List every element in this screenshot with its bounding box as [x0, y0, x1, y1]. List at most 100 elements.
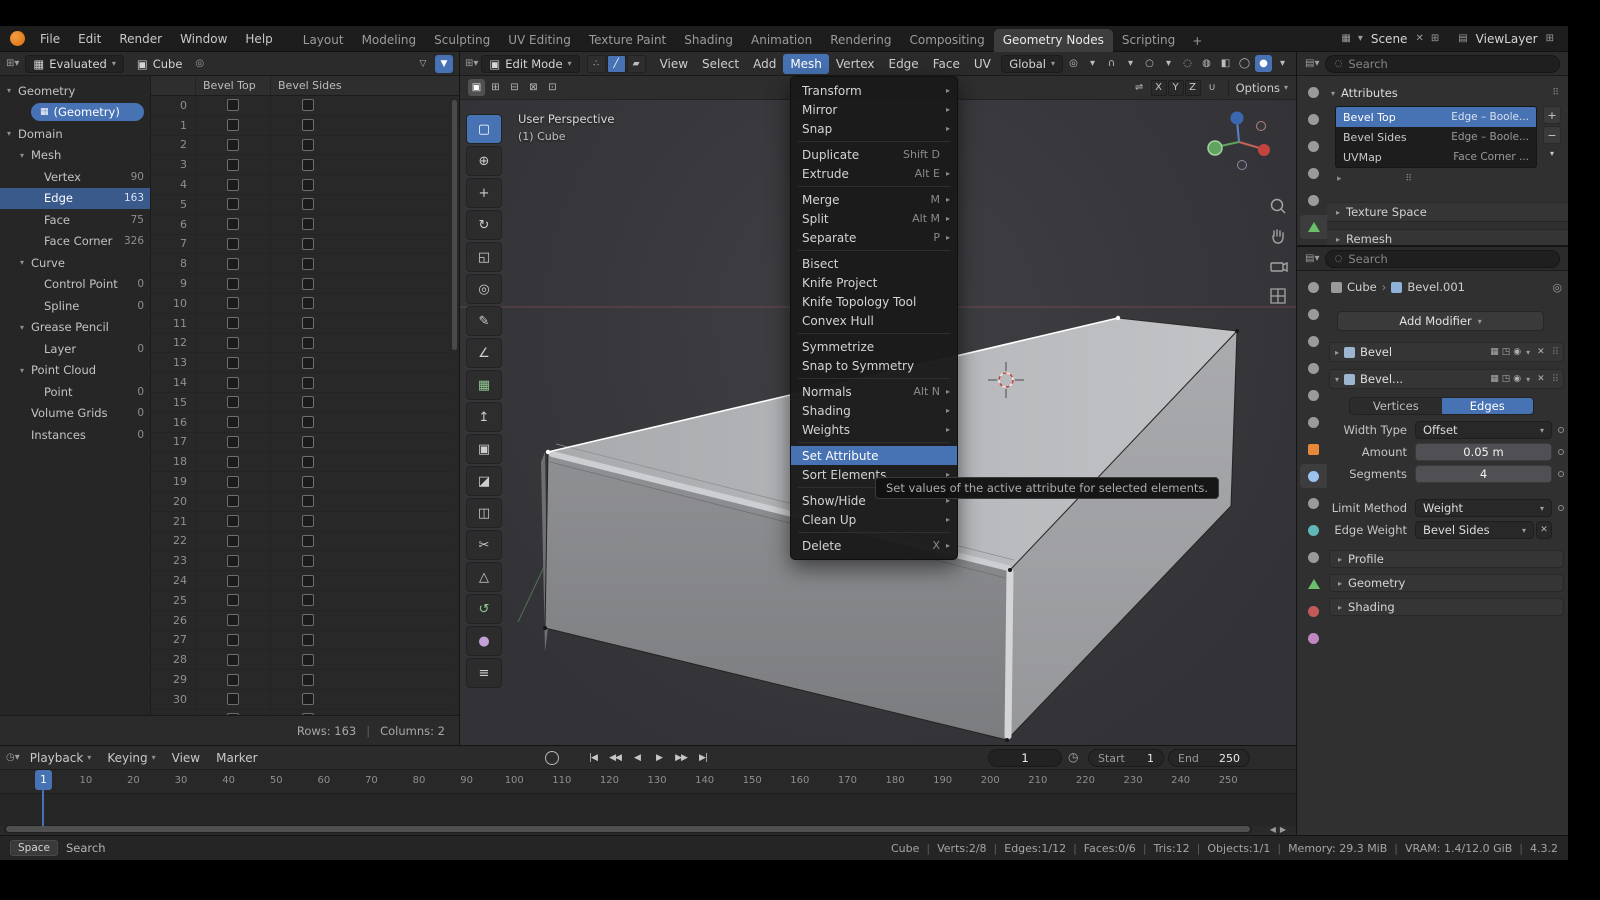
jump-to-end-button[interactable]: ▶|: [693, 748, 713, 768]
checkbox-bevel-sides[interactable]: [302, 475, 314, 488]
checkbox-bevel-top[interactable]: [227, 534, 239, 547]
select-subtract-icon[interactable]: ⊟: [506, 79, 523, 96]
show-in-editmode-toggle-icon[interactable]: ▦: [1490, 374, 1499, 384]
workspace-tab-geometry-nodes[interactable]: Geometry Nodes: [993, 28, 1113, 52]
checkbox-bevel-sides[interactable]: [302, 138, 314, 151]
limit-method-field[interactable]: Weight ▾: [1415, 499, 1552, 517]
menu-item-symmetrize[interactable]: Symmetrize: [791, 337, 957, 356]
menubar-help[interactable]: Help: [236, 26, 281, 52]
checkbox-bevel-top[interactable]: [227, 376, 239, 389]
checkbox-bevel-sides[interactable]: [302, 218, 314, 231]
orientation-selector[interactable]: Global ▾: [1001, 54, 1063, 73]
workspace-tab-uv-editing[interactable]: UV Editing: [499, 29, 580, 52]
show-realtime-toggle-icon[interactable]: ◳: [1502, 347, 1511, 357]
mode-selector[interactable]: ▣ Edit Mode ▾: [481, 54, 580, 73]
checkbox-bevel-sides[interactable]: [302, 257, 314, 270]
checkbox-bevel-sides[interactable]: [302, 376, 314, 389]
tool-spin[interactable]: ↺: [466, 594, 502, 624]
properties-tab-particles[interactable]: [1300, 491, 1327, 515]
new-view-layer-icon[interactable]: ⊞: [1544, 33, 1556, 44]
tool-box-select[interactable]: ▢: [466, 114, 502, 144]
select-intersect-icon[interactable]: ⊡: [544, 79, 561, 96]
drag-grip-icon[interactable]: ⠿: [1552, 374, 1559, 385]
show-render-toggle-icon[interactable]: ◉: [1513, 374, 1521, 384]
shading-wireframe-icon[interactable]: ◯: [1236, 55, 1253, 72]
workspace-tab-layout[interactable]: Layout: [294, 29, 353, 52]
axis-y-handle[interactable]: [1207, 140, 1223, 156]
vertex-dot[interactable]: [1008, 568, 1012, 572]
new-scene-icon[interactable]: ⊞: [1429, 33, 1441, 44]
tree-item-edge[interactable]: Edge 163: [0, 187, 150, 209]
scene-name[interactable]: Scene: [1368, 32, 1411, 46]
menu-item-shading[interactable]: Shading ▸: [791, 401, 957, 420]
menubar-render[interactable]: Render: [110, 26, 171, 52]
checkbox-bevel-top[interactable]: [227, 653, 239, 666]
workspace-tab-animation[interactable]: Animation: [742, 29, 821, 52]
checkbox-bevel-sides[interactable]: [302, 396, 314, 409]
tool-add-cube[interactable]: ▦: [466, 370, 502, 400]
properties-tab-object[interactable]: [1300, 437, 1327, 461]
checkbox-bevel-top[interactable]: [227, 317, 239, 330]
play-reverse-button[interactable]: ◀: [627, 748, 647, 768]
checkbox-bevel-sides[interactable]: [302, 158, 314, 171]
checkbox-bevel-top[interactable]: [227, 495, 239, 508]
snap-magnet-icon[interactable]: ∩: [1103, 55, 1120, 72]
tree-item-point-cloud[interactable]: ▾ Point Cloud: [0, 360, 150, 382]
tool-measure[interactable]: ∠: [466, 338, 502, 368]
properties-tab-view-layer[interactable]: [1300, 161, 1327, 185]
properties-tab-modifiers[interactable]: [1300, 464, 1327, 488]
expand-icon[interactable]: ▸: [1337, 174, 1342, 184]
editor-type-icon[interactable]: ◷▾: [6, 752, 20, 763]
select-extend-icon[interactable]: ⊞: [487, 79, 504, 96]
scroll-right-icon[interactable]: ▶: [1280, 825, 1286, 834]
menu-item-extrude[interactable]: Extrude Alt E ▸: [791, 164, 957, 183]
animate-dot[interactable]: [1558, 427, 1564, 433]
subpanel-shading[interactable]: ▸ Shading: [1329, 598, 1564, 616]
breadcrumb-modifier[interactable]: Bevel.001: [1407, 280, 1465, 294]
properties-tab-texture[interactable]: [1300, 626, 1327, 650]
timeline-menu-playback[interactable]: Playback ▾: [22, 751, 100, 765]
remesh-panel[interactable]: ▸ Remesh: [1327, 229, 1568, 245]
menu-item-snap[interactable]: Snap ▸: [791, 119, 957, 138]
column-header-bevel-sides[interactable]: Bevel Sides: [270, 76, 345, 95]
checkbox-bevel-top[interactable]: [227, 158, 239, 171]
pin-icon[interactable]: ◎: [195, 58, 204, 69]
tree-item-mesh[interactable]: ▾ Mesh: [0, 145, 150, 167]
select-set-icon[interactable]: ▣: [468, 79, 485, 96]
checkbox-bevel-sides[interactable]: [302, 336, 314, 349]
tree-item-domain[interactable]: ▾ Domain: [0, 123, 150, 145]
shading-solid-icon[interactable]: ●: [1255, 55, 1272, 72]
scroll-left-icon[interactable]: ◀: [1270, 825, 1276, 834]
view-layer-name[interactable]: ViewLayer: [1473, 32, 1541, 46]
tree-item-grease-pencil[interactable]: ▾ Grease Pencil: [0, 317, 150, 339]
menubar-window[interactable]: Window: [171, 26, 236, 52]
tool-annotate[interactable]: ✎: [466, 306, 502, 336]
checkbox-bevel-top[interactable]: [227, 218, 239, 231]
axis-z-handle[interactable]: [1230, 111, 1244, 125]
proportional-editing-icon[interactable]: ○: [1141, 55, 1158, 72]
tree-item-instances[interactable]: Instances 0: [0, 424, 150, 446]
show-overlays-icon[interactable]: ◍: [1198, 55, 1215, 72]
viewport-menu-vertex[interactable]: Vertex: [829, 54, 882, 74]
snap-dropdown-icon[interactable]: ▾: [1122, 55, 1139, 72]
axis-x-negative-handle[interactable]: [1256, 121, 1266, 131]
properties-search[interactable]: ◌: [1325, 54, 1560, 73]
checkbox-bevel-top[interactable]: [227, 614, 239, 627]
checkbox-bevel-top[interactable]: [227, 455, 239, 468]
properties-tab-object-data[interactable]: [1300, 572, 1327, 596]
checkbox-bevel-sides[interactable]: [302, 534, 314, 547]
clear-edge-weight-icon[interactable]: ✕: [1536, 521, 1552, 539]
modifier-header-bevel[interactable]: ▸ Bevel ▦ ◳ ◉ ▾ ✕ ⠿: [1329, 342, 1564, 362]
checkbox-bevel-sides[interactable]: [302, 495, 314, 508]
vertex-dot[interactable]: [543, 626, 547, 630]
checkbox-bevel-top[interactable]: [227, 554, 239, 567]
checkbox-bevel-sides[interactable]: [302, 633, 314, 646]
viewport-menu-uv[interactable]: UV: [967, 54, 998, 74]
checkbox-bevel-top[interactable]: [227, 633, 239, 646]
menu-item-convex-hull[interactable]: Convex Hull: [791, 311, 957, 330]
tree-item-point[interactable]: Point 0: [0, 381, 150, 403]
menubar-file[interactable]: File: [31, 26, 69, 52]
editor-type-icon[interactable]: ▤▾: [1305, 253, 1319, 264]
properties-search[interactable]: ◌: [1325, 249, 1560, 268]
tool-transform[interactable]: ◎: [466, 274, 502, 304]
